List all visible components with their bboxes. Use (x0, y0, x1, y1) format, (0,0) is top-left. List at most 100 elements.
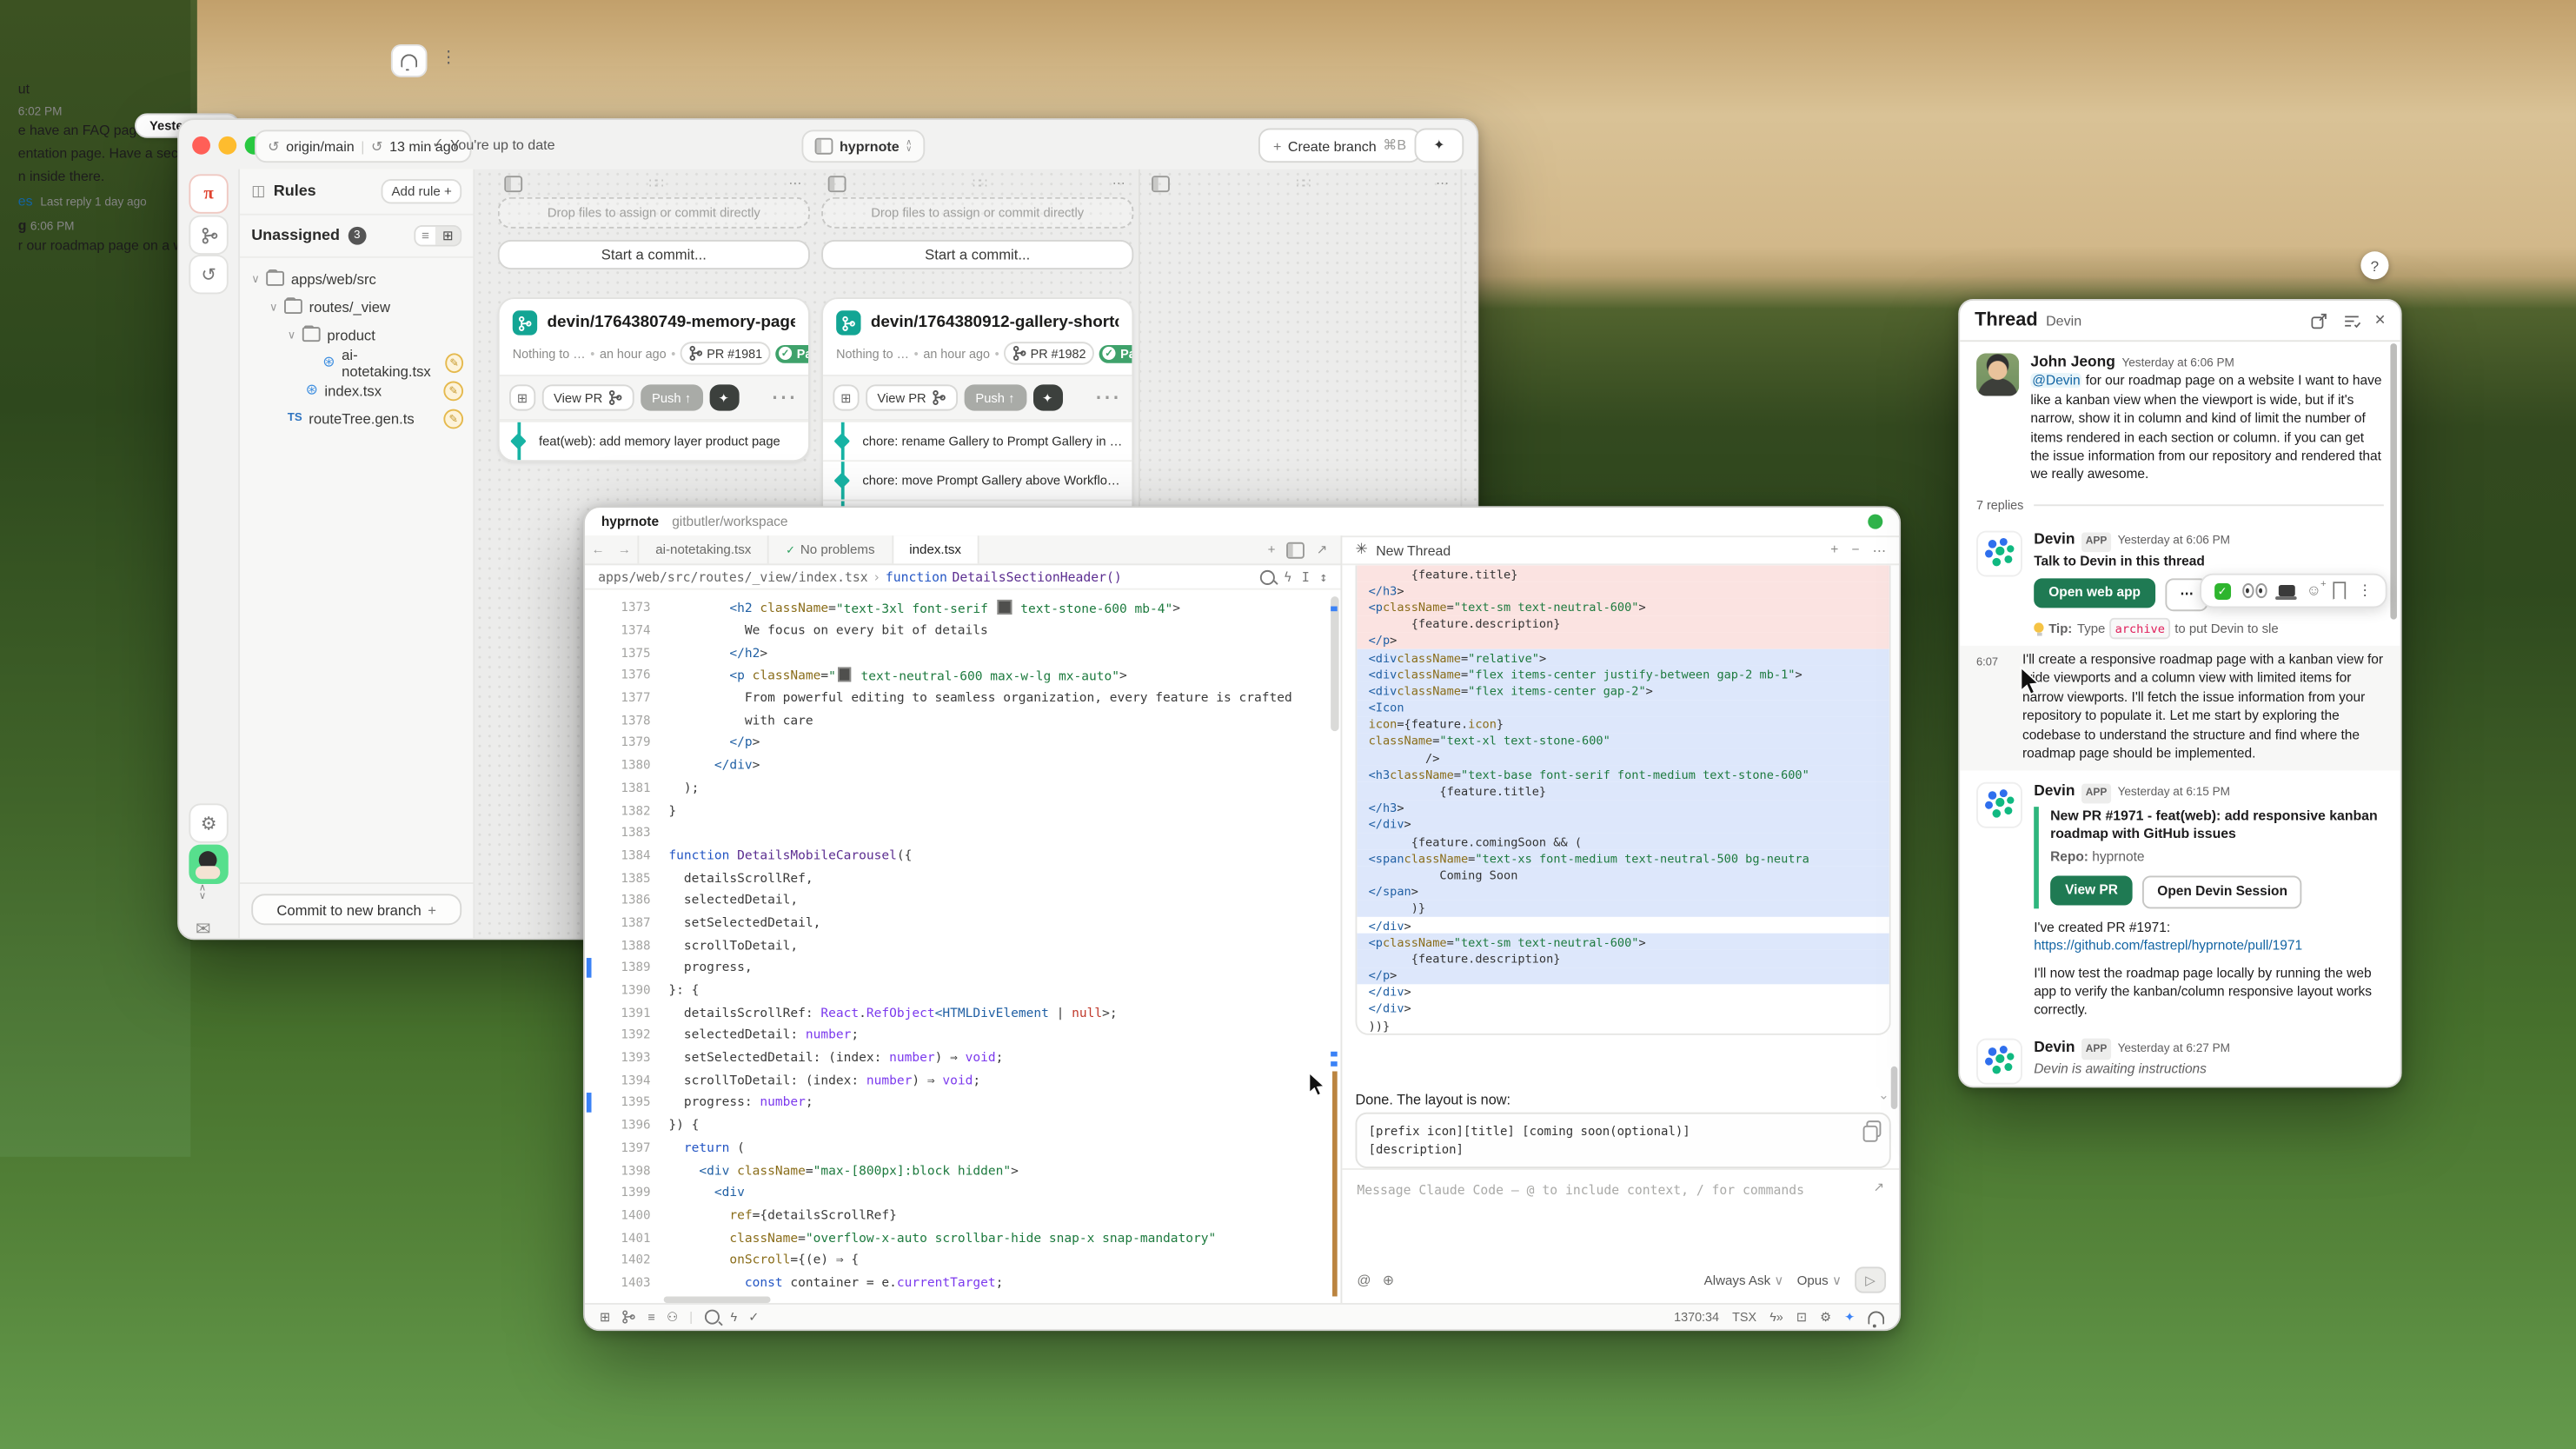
tree-item-routes-view[interactable]: ∨routes/_view (240, 292, 473, 320)
settings-rail-button[interactable]: ⚙ (189, 803, 228, 842)
filter-icon[interactable] (2342, 311, 2360, 329)
lane-menu-icon[interactable]: ⋯ (788, 176, 803, 190)
minimize-icon[interactable]: − (1851, 542, 1859, 558)
account-switcher-chevrons[interactable]: ∧∨ (199, 886, 206, 902)
editor-scrollbar[interactable] (1331, 596, 1338, 731)
minimize-window-button[interactable] (218, 136, 236, 155)
model-select[interactable]: Opus ∨ (1797, 1273, 1842, 1287)
cursor-icon[interactable]: I (1302, 569, 1310, 584)
code-line-1398[interactable]: 1398 <div className="max-[800px]:block h… (585, 1159, 1341, 1181)
new-tab-icon[interactable]: + (1268, 542, 1276, 558)
prettier-icon[interactable]: ϟ» (1769, 1310, 1783, 1325)
open-web-app-button[interactable]: Open web app (2034, 578, 2155, 608)
drag-handle-icon[interactable]: ∷∷ (648, 176, 661, 190)
notifications-icon[interactable] (1868, 1311, 1884, 1324)
account-icon[interactable]: ⚇ (667, 1310, 678, 1325)
code-line-1391[interactable]: 1391 detailsScrollRef: React.RefObject<H… (585, 1001, 1341, 1024)
tree-item-routetree-gen-ts[interactable]: TSrouteTree.gen.ts✎ (240, 404, 473, 432)
code-line-1376[interactable]: 1376 <p className=" text-neutral-600 max… (585, 664, 1341, 687)
lane-menu-icon[interactable]: ⋯ (1112, 176, 1127, 190)
copy-icon[interactable] (1866, 1120, 1881, 1137)
panel-toggle-icon[interactable] (1152, 175, 1170, 191)
copilot-icon[interactable]: ✦ (1844, 1310, 1855, 1325)
code-line-1396[interactable]: 1396}) { (585, 1113, 1341, 1136)
tab-ai-notetaking[interactable]: ai-notetaking.tsx (637, 535, 769, 563)
tab-index[interactable]: index.tsx (893, 535, 979, 563)
check-icon[interactable]: ✓ (748, 1310, 759, 1325)
panel-toggle-icon[interactable] (504, 175, 522, 191)
language-mode[interactable]: TSX (1732, 1310, 1756, 1325)
close-icon[interactable]: × (2375, 310, 2386, 330)
outline-icon[interactable]: ≡ (647, 1310, 654, 1325)
mention[interactable]: @Devin (2030, 374, 2081, 389)
forward-icon[interactable]: → (611, 542, 637, 557)
start-commit-button[interactable]: Start a commit... (498, 240, 810, 269)
ai-commit-button[interactable]: ✦ (709, 384, 739, 410)
avatar[interactable] (1976, 353, 2019, 395)
code-line-1386[interactable]: 1386 selectedDetail, (585, 889, 1341, 912)
code-line-1379[interactable]: 1379 </p> (585, 731, 1341, 754)
assistant-scrollbar[interactable] (1891, 1067, 1898, 1109)
branch-menu-icon[interactable]: ⋯ (771, 382, 799, 415)
code-line-1389[interactable]: 1389 progress, (585, 956, 1341, 979)
view-toggle[interactable]: ≡⊞ (414, 225, 462, 247)
expand-input-icon[interactable]: ↗ (1874, 1180, 1885, 1194)
code-line-1380[interactable]: 1380 </div> (585, 754, 1341, 776)
drop-zone[interactable]: Drop files to assign or commit directly (498, 197, 810, 229)
add-context-icon[interactable]: ⊕ (1383, 1272, 1394, 1288)
lane-menu-icon[interactable]: ⋯ (1436, 176, 1451, 190)
pr-badge[interactable]: PR #1982 (1004, 342, 1094, 364)
breadcrumb[interactable]: apps/web/src/routes/_view/index.tsx › fu… (585, 565, 1341, 589)
push-button[interactable]: Push ↑ (641, 384, 703, 410)
code-line-1395[interactable]: 1395 progress: number; (585, 1091, 1341, 1113)
thread-scrollbar[interactable] (2390, 343, 2397, 620)
code-line-1383[interactable]: 1383 (585, 821, 1341, 844)
tree-item-ai-notetaking-tsx[interactable]: ⊛ai-notetaking.tsx✎ (240, 349, 473, 376)
permission-mode-select[interactable]: Always Ask ∨ (1704, 1273, 1784, 1287)
code-line-1378[interactable]: 1378 with care (585, 709, 1341, 732)
search-icon[interactable] (1259, 569, 1274, 584)
panel-toggle-icon[interactable] (828, 175, 846, 191)
split-editor-icon[interactable] (1287, 542, 1305, 558)
ai-commit-button[interactable]: ✦ (1032, 384, 1062, 410)
eyes-reaction-icon[interactable] (2242, 584, 2267, 598)
debug-icon[interactable]: ⚙ (1820, 1310, 1831, 1325)
code-line-1373[interactable]: 1373 <h2 className="text-3xl font-serif … (585, 596, 1341, 619)
gitbutler-status-icon[interactable] (1868, 515, 1882, 529)
code-line-1377[interactable]: 1377 From powerful editing to seamless o… (585, 687, 1341, 709)
code-line-1393[interactable]: 1393 setSelectedDetail: (index: number) … (585, 1047, 1341, 1069)
laptop-reaction-icon[interactable] (2278, 585, 2294, 596)
help-button[interactable]: ? (2360, 251, 2388, 279)
devin-avatar[interactable] (1976, 1038, 2022, 1084)
zap-icon[interactable]: ϟ (730, 1310, 737, 1325)
push-button[interactable]: Push ↑ (964, 384, 1026, 410)
code-line-1401[interactable]: 1401 className="overflow-x-auto scrollba… (585, 1226, 1341, 1249)
commit-item[interactable]: feat(web): add memory layer product page (500, 421, 808, 460)
check-reaction-icon[interactable]: ✓ (2214, 582, 2231, 599)
code-editor[interactable]: 1373 <h2 className="text-3xl font-serif … (585, 590, 1341, 1305)
view-pr-button[interactable]: View PR (866, 384, 957, 410)
code-line-1375[interactable]: 1375 </h2> (585, 641, 1341, 664)
history-rail-button[interactable]: ↺ (189, 255, 228, 294)
code-line-1381[interactable]: 1381 ); (585, 776, 1341, 799)
view-pr-button[interactable]: View PR (2050, 875, 2133, 905)
code-line-1394[interactable]: 1394 scrollToDetail: (index: number) ⇒ v… (585, 1069, 1341, 1092)
horizontal-scrollbar[interactable] (664, 1296, 771, 1303)
branches-rail-button[interactable] (189, 216, 228, 255)
tree-item-product[interactable]: ∨product (240, 321, 473, 349)
code-line-1388[interactable]: 1388 scrollToDetail, (585, 934, 1341, 956)
code-line-1399[interactable]: 1399 <div (585, 1181, 1341, 1204)
open-devin-session-button[interactable]: Open Devin Session (2142, 875, 2302, 908)
code-line-1390[interactable]: 1390}: { (585, 979, 1341, 1001)
branch-menu-icon[interactable]: ⋯ (1094, 382, 1122, 415)
ai-actions-button[interactable]: ✦ (1415, 128, 1464, 163)
code-line-1400[interactable]: 1400 ref={detailsScrollRef} (585, 1204, 1341, 1226)
terminal-icon[interactable]: ⊡ (1796, 1310, 1807, 1325)
more-options-icon[interactable]: ⋯ (1873, 542, 1886, 558)
branch-name[interactable]: devin/1764380912-gallery-shortcuts (871, 314, 1119, 332)
code-line-1382[interactable]: 1382} (585, 799, 1341, 821)
assistant-input[interactable]: Message Claude Code — @ to include conte… (1357, 1183, 1804, 1198)
branch-name[interactable]: devin/1764380749-memory-page (547, 314, 794, 332)
notifications-button[interactable] (391, 44, 428, 77)
commit-item[interactable]: chore: rename Gallery to Prompt Gallery … (823, 421, 1132, 460)
